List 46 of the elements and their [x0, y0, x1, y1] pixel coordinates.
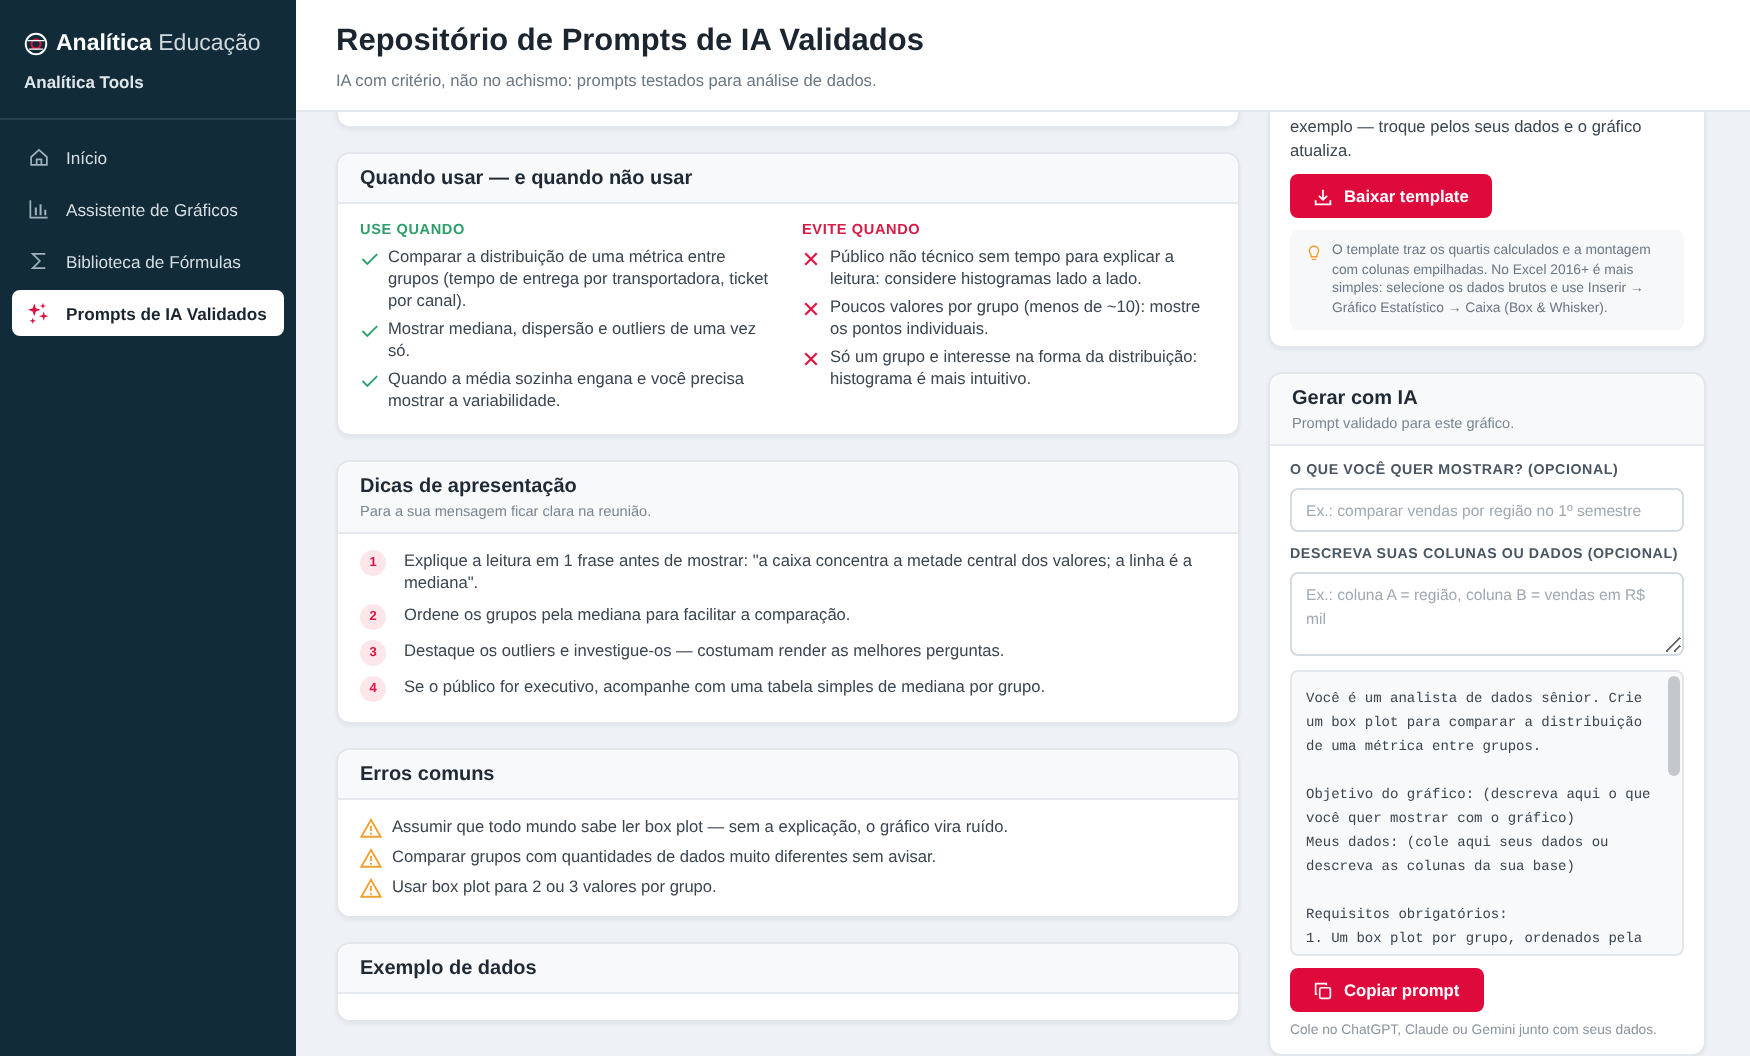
close-icon — [802, 350, 820, 368]
lightbulb-icon — [1308, 244, 1320, 262]
list-item-text: Comparar a distribuição de uma métrica entre grupos (tempo de entrega por transportadora, ticket por canal). — [388, 246, 771, 312]
list-item-text: Ordene os grupos pela mediana para facilitar a comparação. — [404, 604, 851, 626]
nav-item[interactable]: Prompts de IA Validados — [12, 290, 284, 336]
check-icon — [360, 322, 378, 340]
warning-icon — [360, 877, 382, 897]
copy-button[interactable]: Copiar prompt — [1290, 968, 1484, 1012]
card-title: Dicas de apresentação — [360, 476, 579, 498]
list-item-text: Público não técnico sem tempo para explicar a leitura: considere histogramas lado a lado. — [830, 246, 1177, 290]
brand-name: Analítica Educação — [56, 32, 261, 56]
bar-chart-icon — [28, 198, 50, 220]
sigma-icon — [28, 250, 50, 272]
warning-icon — [360, 847, 382, 867]
logo-icon — [24, 32, 48, 56]
nav-item[interactable]: Biblioteca de Fórmulas — [12, 238, 284, 284]
list-item-text: Usar box plot para 2 ou 3 valores por grupo. — [392, 876, 717, 898]
download-button[interactable]: Baixar template — [1290, 174, 1493, 218]
card-title: Gerar com IA — [1292, 388, 1420, 410]
page-title: Repositório de Prompts de IA Validados — [336, 24, 926, 60]
check-icon — [360, 250, 378, 268]
warning-icon — [360, 817, 382, 837]
list-item-text: Poucos valores por grupo (menos de ~10): mostre os pontos individuais. — [830, 296, 1203, 340]
list-item-text: Quando a média sozinha engana e você precisa mostrar a variabilidade. — [388, 368, 747, 412]
close-icon — [802, 300, 820, 318]
list-item-text: Só um grupo e interesse na forma da distribuição: histograma é mais intuitivo. — [830, 346, 1200, 390]
list-item-text: Comparar grupos com quantidades de dados muito diferentes sem avisar. — [392, 846, 937, 868]
list-item-text: Destaque os outliers e investigue-os — costumam render as melhores perguntas. — [404, 640, 1005, 662]
list-item-text: Assumir que todo mundo sabe ler box plot — sem a explicação, o gráfico vira ruído. — [392, 816, 1009, 838]
check-icon — [360, 372, 378, 390]
nav-item[interactable]: Assistente de Gráficos — [12, 186, 284, 232]
card-title: Erros comuns — [360, 764, 497, 786]
copy-icon — [1314, 981, 1332, 999]
home-icon — [28, 146, 50, 168]
download-icon — [1314, 187, 1332, 205]
card-title: Exemplo de dados — [360, 958, 539, 980]
page-subtitle: IA com critério, não no achismo: prompts testados para análise de dados. — [336, 70, 879, 90]
app-subtitle: Analítica Tools — [22, 72, 146, 92]
list-item-text: Mostrar mediana, dispersão e outliers de uma vez só. — [388, 318, 759, 362]
sparkle-icon — [28, 302, 50, 324]
list-item-text: Explique a leitura em 1 frase antes de mostrar: "a caixa concentra a metade central dos valores; a linha é a mediana". — [404, 550, 1195, 594]
card-title: Quando usar — e quando não usar — [360, 168, 695, 190]
list-item-text: Se o público for executivo, acompanhe com uma tabela simples de mediana por grupo. — [404, 676, 1046, 698]
close-icon — [802, 250, 820, 268]
nav-item[interactable]: Início — [12, 134, 284, 180]
description-text: exemplo — troque pelos seus dados e o gráfico atualiza. — [1290, 116, 1644, 162]
